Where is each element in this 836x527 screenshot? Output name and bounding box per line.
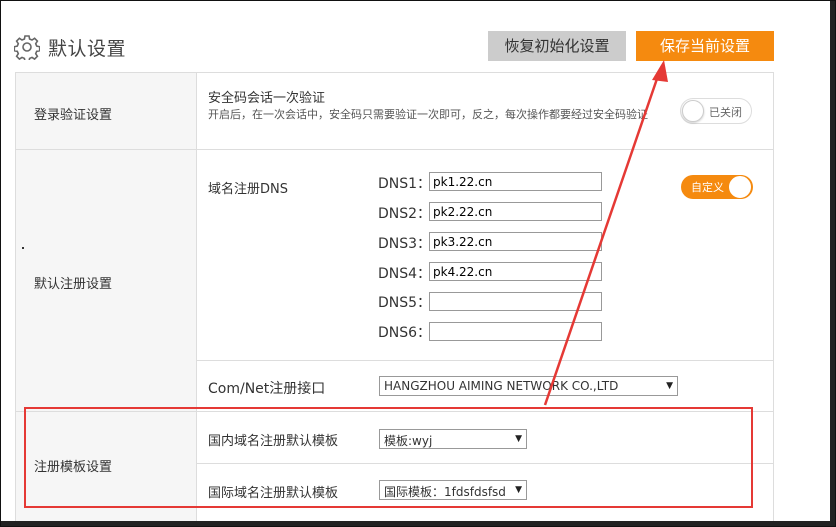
dns1-label: DNS1： — [378, 176, 432, 192]
comnet-registrar-value: HANGZHOU AIMING NETWORK CO.,LTD — [384, 379, 619, 393]
dns4-input[interactable] — [429, 262, 602, 281]
login-settings-row: 登录验证设置 安全码会话一次验证 开启后，在一次会话中，安全码只需要验证一次即可… — [16, 72, 773, 149]
toggle-off-label: 已关闭 — [709, 106, 742, 119]
session-verify-toggle[interactable]: 已关闭 — [680, 98, 752, 124]
window-shadow-right — [830, 0, 836, 527]
dns6-input[interactable] — [429, 322, 602, 341]
dns2-input[interactable] — [429, 202, 602, 221]
dns5-input[interactable] — [429, 292, 602, 311]
reset-defaults-button[interactable]: 恢复初始化设置 — [488, 31, 626, 61]
dns6-label: DNS6： — [378, 325, 432, 341]
login-option-title: 安全码会话一次验证 — [208, 91, 326, 106]
bullet-dot — [22, 247, 24, 249]
dns2-label: DNS2： — [378, 206, 432, 222]
toggle-on-label: 自定义 — [691, 181, 724, 194]
comnet-registrar-select[interactable]: HANGZHOU AIMING NETWORK CO.,LTD ▼ — [379, 376, 678, 396]
toggle-knob — [682, 100, 704, 122]
dns-title: 域名注册DNS — [208, 182, 288, 197]
comnet-label: Com/Net注册接口 — [208, 381, 326, 397]
dns3-label: DNS3： — [378, 236, 432, 252]
register-settings-cell: 默认注册设置 — [16, 150, 197, 411]
save-settings-button[interactable]: 保存当前设置 — [636, 31, 774, 61]
dns5-label: DNS5： — [378, 295, 432, 311]
dropdown-arrow-icon: ▼ — [666, 381, 673, 391]
login-option-desc: 开启后，在一次会话中，安全码只需要验证一次即可，反之，每次操作都要经过安全码验证 — [208, 108, 648, 121]
dns4-label: DNS4： — [378, 266, 432, 282]
divider — [197, 360, 773, 361]
login-settings-content: 安全码会话一次验证 开启后，在一次会话中，安全码只需要验证一次即可，反之，每次操… — [197, 87, 648, 123]
dns-custom-toggle[interactable]: 自定义 — [681, 175, 753, 199]
login-settings-cell: 登录验证设置 — [16, 73, 197, 149]
dns1-input[interactable] — [429, 172, 602, 191]
register-settings-label: 默认注册设置 — [34, 277, 113, 292]
register-settings-row: 默认注册设置 域名注册DNS 自定义 DNS1： DNS2： DNS3： DNS… — [16, 149, 773, 411]
window-shadow-bottom — [0, 521, 836, 527]
header: 默认设置 恢复初始化设置 保存当前设置 — [0, 0, 830, 62]
toggle-knob — [728, 175, 752, 199]
login-settings-label: 登录验证设置 — [34, 108, 113, 123]
annotation-highlight-box — [24, 407, 753, 508]
gear-icon — [14, 35, 40, 60]
page-title: 默认设置 — [48, 38, 127, 60]
dns3-input[interactable] — [429, 232, 602, 251]
